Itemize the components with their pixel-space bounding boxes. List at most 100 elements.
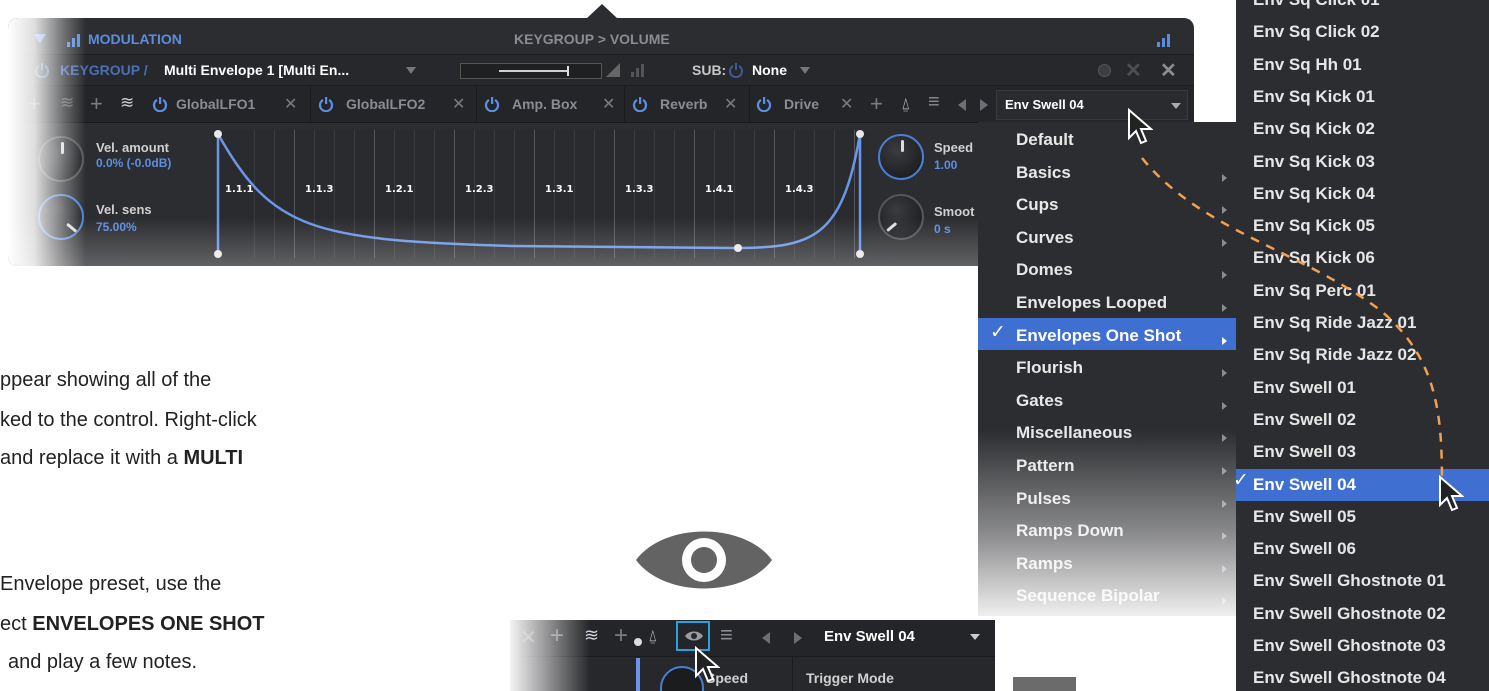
power-icon[interactable] xyxy=(34,62,50,78)
preset-chevron-icon[interactable] xyxy=(1171,103,1181,109)
vel-amount-label: Vel. amount xyxy=(96,140,169,155)
menu-item[interactable]: Sequence Bipolar xyxy=(1016,586,1160,606)
preset-item[interactable]: Env Swell Ghostnote 02 xyxy=(1253,604,1446,624)
menu-item[interactable]: Pulses xyxy=(1016,489,1071,509)
preset-item[interactable]: Env Sq Kick 01 xyxy=(1253,87,1375,107)
menu-item[interactable]: Cups xyxy=(1016,195,1059,215)
menu-item[interactable]: Gates xyxy=(1016,391,1063,411)
mouse-cursor-icon xyxy=(695,646,720,683)
modulation-bars-icon xyxy=(67,34,80,47)
tab-close-icon[interactable]: ✕ xyxy=(840,94,853,114)
preset-item[interactable]: Env Swell Ghostnote 03 xyxy=(1253,636,1446,656)
next-icon[interactable] xyxy=(794,632,802,644)
sub-chevron-icon[interactable] xyxy=(800,67,810,74)
depth-slider[interactable] xyxy=(460,63,602,79)
add-icon[interactable]: + xyxy=(550,622,564,650)
tab-power-icon[interactable] xyxy=(632,96,648,112)
levels-icon[interactable] xyxy=(1156,32,1172,48)
tab-close-icon[interactable]: ✕ xyxy=(452,94,465,114)
layers-icon[interactable]: ≋ xyxy=(584,625,599,646)
smooth-knob[interactable] xyxy=(878,194,924,240)
tab-globallfo2[interactable]: GlobalLFO2 ✕ xyxy=(314,86,474,122)
layers-icon[interactable]: ≋ xyxy=(60,93,74,113)
prev-icon[interactable] xyxy=(958,99,966,111)
add-tab-icon[interactable]: + xyxy=(614,622,628,650)
menu-item[interactable]: Domes xyxy=(1016,260,1073,280)
mini-preset-name[interactable]: Env Swell 04 xyxy=(824,628,915,645)
tab-reverb[interactable]: Reverb ✕ xyxy=(628,86,756,122)
instruction-line: ect ENVELOPES ONE SHOT xyxy=(0,608,265,640)
metronome-icon[interactable]: ⍙ xyxy=(901,94,911,114)
bars-icon[interactable] xyxy=(630,62,646,78)
modulator-tabs: + ≋ + ≋ GlobalLFO1 ✕ GlobalLFO2 ✕ Amp. B… xyxy=(8,86,1194,123)
instruction-bold: MULTI xyxy=(183,447,244,469)
tab-power-icon[interactable] xyxy=(484,96,500,112)
mini-toolbar: ✕ + ≋ + ⍙ ≡ Env Swell 04 Speed Trigger M… xyxy=(510,620,995,691)
tab-globallfo1[interactable]: GlobalLFO1 ✕ xyxy=(148,86,308,122)
envelope-graph[interactable]: 1.1.1 1.1.3 1.2.1 1.2.3 1.3.1 1.3.3 1.4.… xyxy=(212,130,868,258)
tab-drive[interactable]: Drive ✕ xyxy=(752,86,870,122)
panel-notch xyxy=(586,4,618,19)
record-icon[interactable] xyxy=(1098,64,1111,77)
menu-icon[interactable]: ≡ xyxy=(928,91,940,114)
menu-item[interactable]: Ramps Down xyxy=(1016,521,1124,541)
preset-item[interactable]: Env Sq Hh 01 xyxy=(1253,55,1362,75)
vel-sens-value: 75.00% xyxy=(96,220,137,234)
tab-amp-box[interactable]: Amp. Box ✕ xyxy=(480,86,624,122)
prev-icon[interactable] xyxy=(762,632,770,644)
remove-icon[interactable]: ✕ xyxy=(1160,58,1177,83)
next-icon[interactable] xyxy=(980,99,988,111)
preset-item[interactable]: Env Swell 06 xyxy=(1253,539,1356,559)
menu-icon[interactable]: ≡ xyxy=(720,622,733,648)
vel-amount-knob[interactable] xyxy=(38,136,84,182)
tab-power-icon[interactable] xyxy=(152,96,168,112)
sub-power-icon[interactable] xyxy=(728,62,744,78)
mouse-cursor-icon xyxy=(1128,108,1153,145)
sub-value[interactable]: None xyxy=(752,62,787,78)
preset-selector[interactable]: Env Swell 04 xyxy=(996,90,1188,120)
metronome-icon[interactable]: ⍙ xyxy=(648,626,658,646)
multi-envelope-name[interactable]: Multi Envelope 1 [Multi En... xyxy=(164,62,349,78)
add-tab-icon[interactable]: + xyxy=(90,91,103,117)
tab-close-icon[interactable]: ✕ xyxy=(602,94,615,114)
menu-item[interactable]: Pattern xyxy=(1016,456,1075,476)
tab-label: GlobalLFO1 xyxy=(176,96,256,112)
tab-label: Reverb xyxy=(660,96,708,112)
tab-power-icon[interactable] xyxy=(318,96,334,112)
envelope-curve[interactable] xyxy=(212,130,868,258)
chevron-down-icon[interactable] xyxy=(406,67,416,74)
mini-preset-chevron-icon[interactable] xyxy=(970,634,980,640)
add-icon[interactable]: + xyxy=(28,91,41,117)
collapse-triangle-icon[interactable] xyxy=(34,34,46,43)
tab-label: Drive xyxy=(784,96,820,112)
tab-close-icon[interactable]: ✕ xyxy=(724,94,737,114)
menu-item[interactable]: Ramps xyxy=(1016,554,1073,574)
preset-item[interactable]: Env Swell Ghostnote 01 xyxy=(1253,571,1446,591)
preset-item[interactable]: Env Sq Click 02 xyxy=(1253,22,1380,42)
preset-item[interactable]: Env Sq Click 01 xyxy=(1253,0,1380,10)
tab-power-icon[interactable] xyxy=(756,96,772,112)
preset-item[interactable]: Env Swell 05 xyxy=(1253,507,1356,527)
close-icon[interactable]: ✕ xyxy=(1125,58,1142,83)
vel-sens-knob[interactable] xyxy=(38,194,84,240)
ramp-icon[interactable] xyxy=(605,62,621,78)
menu-item[interactable]: Default xyxy=(1016,130,1074,150)
add-modulator-icon[interactable]: + xyxy=(870,91,883,117)
instruction-text: ect xyxy=(0,613,33,635)
preset-item[interactable]: Env Swell Ghostnote 04 xyxy=(1253,668,1446,688)
submenu-arrow-icon xyxy=(1222,499,1227,508)
menu-item[interactable]: Curves xyxy=(1016,228,1074,248)
speed-knob[interactable] xyxy=(878,134,924,180)
keygroup-row: KEYGROUP / Multi Envelope 1 [Multi En...… xyxy=(8,55,1194,86)
close-icon[interactable]: ✕ xyxy=(520,625,537,650)
menu-item[interactable]: Flourish xyxy=(1016,358,1083,378)
submenu-arrow-icon xyxy=(1222,564,1227,573)
vel-sens-label: Vel. sens xyxy=(96,202,152,217)
eye-icon xyxy=(636,531,772,589)
tab-label: Amp. Box xyxy=(512,96,578,112)
tab-close-icon[interactable]: ✕ xyxy=(284,94,297,114)
layers-active-icon[interactable]: ≋ xyxy=(120,93,134,113)
keygroup-label: KEYGROUP / xyxy=(60,62,148,78)
menu-item[interactable]: Basics xyxy=(1016,163,1071,183)
instruction-bold: ENVELOPES ONE SHOT xyxy=(32,613,265,635)
